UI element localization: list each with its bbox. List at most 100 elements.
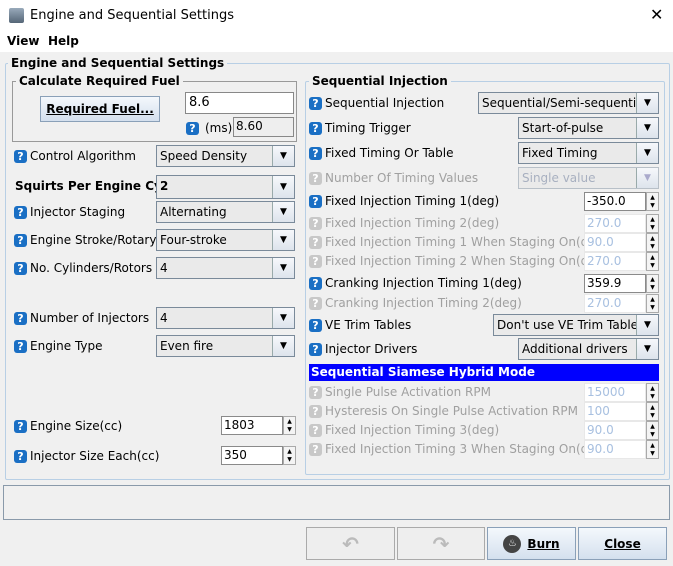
spinner-arrows-icon: ▲ ▼	[646, 233, 659, 252]
spinner-value: 270.0	[584, 252, 646, 271]
cylinders-select[interactable]: 4 ▼	[156, 257, 295, 279]
seq-rows-11-select[interactable]: Additional drivers ▼	[518, 338, 659, 360]
app-icon	[9, 8, 24, 23]
seq-rows-3-label: Number Of Timing Values	[325, 171, 479, 185]
help-icon: ?	[309, 423, 322, 437]
undo-button[interactable]: ↶	[306, 527, 395, 560]
help-icon[interactable]: ?	[14, 311, 27, 325]
chevron-down-icon: ▼	[272, 230, 294, 250]
help-icon: ?	[309, 235, 322, 249]
control-algorithm-label: Control Algorithm	[30, 149, 136, 163]
help-icon[interactable]: ?	[309, 276, 322, 290]
chevron-down-icon: ▼	[636, 315, 658, 335]
spinner-value: 270.0	[584, 294, 646, 313]
help-icon[interactable]: ?	[14, 149, 27, 163]
spinner-value[interactable]: -350.0	[584, 192, 646, 211]
seq-rows-4-label: Fixed Injection Timing 1(deg)	[325, 194, 500, 208]
spinner-arrows-icon: ▲ ▼	[646, 440, 659, 459]
spinner-arrows-icon[interactable]: ▲ ▼	[283, 446, 296, 465]
seq-rows-2-select[interactable]: Fixed Timing ▼	[518, 142, 659, 164]
spinner-arrows-icon: ▲ ▼	[646, 421, 659, 440]
spinner-value: 15000	[584, 383, 646, 402]
squirts-select[interactable]: 2 ▼	[156, 175, 295, 199]
seq-rows-8-label: Cranking Injection Timing 1(deg)	[325, 276, 522, 290]
chevron-down-icon: ▼	[272, 176, 294, 198]
required-fuel-label: Required Fuel...	[46, 102, 154, 116]
control-algorithm-select[interactable]: Speed Density ▼	[156, 145, 295, 167]
help-icon[interactable]: ?	[309, 342, 322, 356]
seq-rows-4-spinner[interactable]: -350.0 ▲ ▼	[584, 192, 659, 211]
seq-rows-10-select[interactable]: Don't use VE Trim Tables ▼	[493, 314, 659, 336]
spinner-arrows-icon[interactable]: ▲ ▼	[646, 274, 659, 293]
seq-rows-6-label: Fixed Injection Timing 1 When Staging On…	[325, 235, 608, 249]
required-fuel-button[interactable]: Required Fuel...	[40, 96, 160, 122]
close-button[interactable]: Close	[578, 527, 667, 560]
required-fuel-input[interactable]: 8.6	[185, 92, 294, 114]
help-icon[interactable]: ?	[309, 96, 322, 110]
help-icon[interactable]: ?	[14, 233, 27, 247]
seq-rows-2-label: Fixed Timing Or Table	[325, 146, 454, 160]
select-value: Speed Density	[160, 149, 248, 163]
help-icon: ?	[309, 404, 322, 418]
spinner-value: 90.0	[584, 440, 646, 459]
injectors-select[interactable]: 4 ▼	[156, 307, 295, 329]
spinner-arrows-icon[interactable]: ▲ ▼	[283, 416, 296, 435]
seq-rows-11-label: Injector Drivers	[325, 342, 418, 356]
seq-rows-0-select[interactable]: Sequential/Semi-sequential ▼	[478, 92, 659, 114]
engine-stroke-select[interactable]: Four-stroke ▼	[156, 229, 295, 251]
close-window-icon[interactable]: ✕	[650, 5, 663, 24]
help-icon[interactable]: ?	[309, 146, 322, 160]
spinner-value[interactable]: 1803	[221, 416, 283, 435]
title-bar: Engine and Sequential Settings ✕	[0, 0, 673, 32]
spinner-arrows-icon: ▲ ▼	[646, 294, 659, 313]
help-icon: ?	[309, 442, 322, 456]
chevron-down-icon: ▼	[272, 336, 294, 356]
menu-help[interactable]: Help	[48, 34, 79, 48]
spinner-arrows-icon[interactable]: ▲ ▼	[646, 192, 659, 211]
help-icon[interactable]: ?	[309, 194, 322, 208]
seq-rows-5-spinner: 270.0 ▲ ▼	[584, 214, 659, 233]
help-icon[interactable]: ?	[309, 318, 322, 332]
select-value: Alternating	[160, 205, 227, 219]
seq-rows-1-select[interactable]: Start-of-pulse ▼	[518, 117, 659, 139]
injectors-label: Number of Injectors	[30, 311, 150, 325]
spinner-value: 90.0	[584, 421, 646, 440]
engine-size-spinner[interactable]: 1803 ▲ ▼	[221, 416, 296, 435]
spinner-value: 100	[584, 402, 646, 421]
engine-type-select[interactable]: Even fire ▼	[156, 335, 295, 357]
injector-size-spinner[interactable]: 350 ▲ ▼	[221, 446, 296, 465]
injector-staging-select[interactable]: Alternating ▼	[156, 201, 295, 223]
help-icon[interactable]: ?	[309, 121, 322, 135]
help-icon: ?	[309, 385, 322, 399]
burn-button[interactable]: ♨ Burn	[487, 527, 576, 560]
help-icon[interactable]: ?	[14, 261, 27, 275]
seq-rows-10-label: VE Trim Tables	[325, 318, 412, 332]
chevron-down-icon: ▼	[636, 93, 658, 113]
spinner-value[interactable]: 359.9	[584, 274, 646, 293]
help-icon[interactable]: ?	[14, 449, 27, 463]
required-fuel-ms: 8.60	[233, 117, 294, 137]
help-icon[interactable]: ?	[186, 121, 199, 135]
ms-unit: (ms)	[205, 121, 233, 135]
status-bar	[3, 485, 670, 520]
seq-rows-6-spinner: 90.0 ▲ ▼	[584, 233, 659, 252]
seq-rows-8-spinner[interactable]: 359.9 ▲ ▼	[584, 274, 659, 293]
seq-hybrid-3-label: Fixed Injection Timing 3 When Staging On…	[325, 442, 608, 456]
spinner-value[interactable]: 350	[221, 446, 283, 465]
menu-view[interactable]: View	[7, 34, 39, 48]
seq-rows-1-label: Timing Trigger	[325, 121, 411, 135]
select-value: Four-stroke	[160, 233, 227, 247]
help-icon[interactable]: ?	[14, 205, 27, 219]
seq-rows-7-spinner: 270.0 ▲ ▼	[584, 252, 659, 271]
help-icon[interactable]: ?	[14, 419, 27, 433]
engine-stroke-label: Engine Stroke/Rotary	[30, 233, 157, 247]
select-value: Single value	[522, 171, 596, 185]
spinner-arrows-icon: ▲ ▼	[646, 252, 659, 271]
select-value: Even fire	[160, 339, 214, 353]
help-icon[interactable]: ?	[14, 339, 27, 353]
select-value: Fixed Timing	[522, 146, 598, 160]
select-value: 4	[160, 261, 168, 275]
undo-icon: ↶	[342, 531, 359, 556]
panel-title: Engine and Sequential Settings	[8, 56, 228, 70]
redo-button[interactable]: ↷	[397, 527, 485, 560]
